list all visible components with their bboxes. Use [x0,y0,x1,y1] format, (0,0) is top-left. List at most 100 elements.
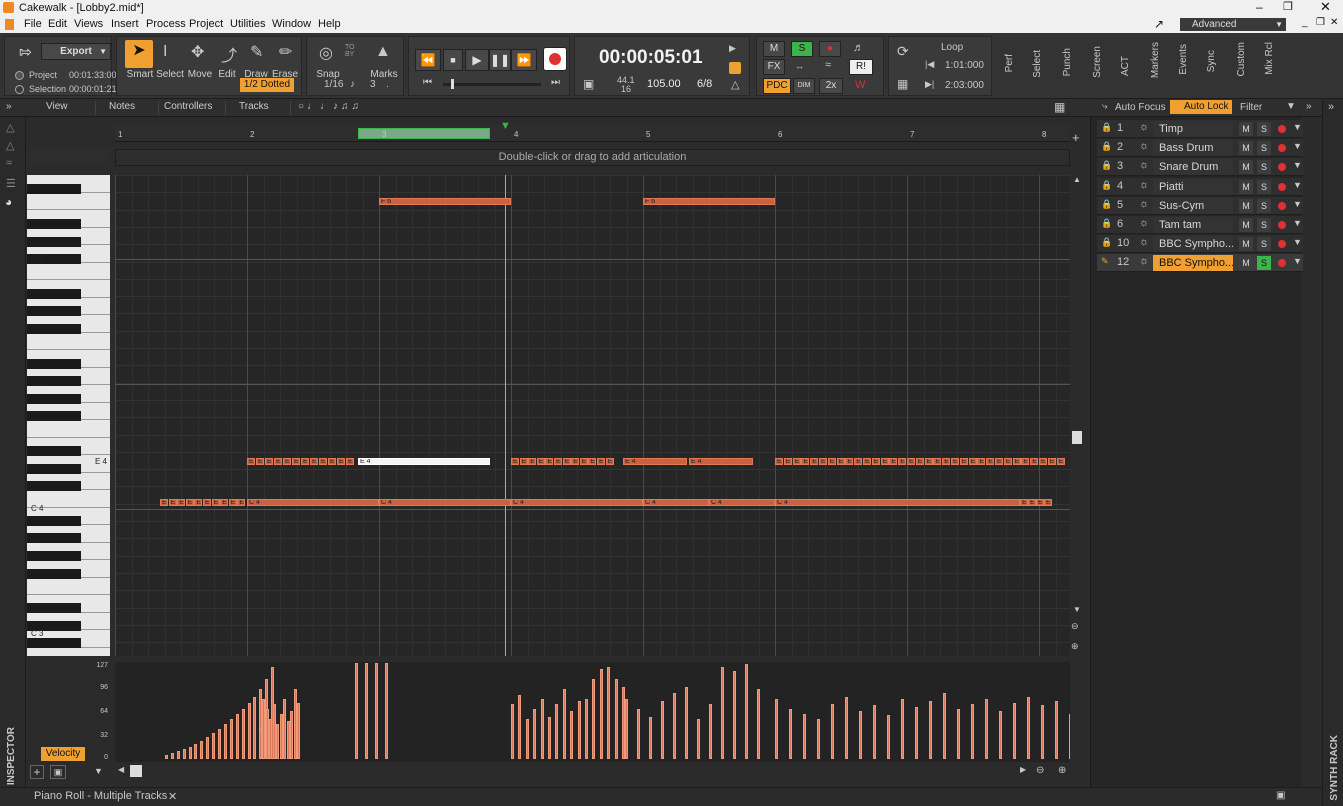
velocity-bar[interactable] [518,695,522,759]
solo-button[interactable]: S [1257,198,1271,213]
midi-note[interactable]: E [1044,499,1052,506]
view-menu[interactable]: View [40,101,96,115]
record-arm-button[interactable] [1278,182,1286,191]
vertical-scrollbar[interactable]: ▲ ▼ ⊖ ⊕ [1071,175,1083,656]
velocity-bar[interactable] [887,715,890,759]
solo-button[interactable]: S [1257,237,1271,252]
midi-note[interactable]: E [907,458,915,465]
position-slider[interactable] [443,79,541,89]
lock-icon[interactable]: 🔒 [1101,180,1112,191]
midi-note[interactable]: E [177,499,186,506]
inspector-tool-icon[interactable]: △ [6,121,14,134]
filter-icon[interactable]: ▼ [1293,180,1302,190]
controllers-menu[interactable]: Controllers [158,101,226,115]
velocity-bar[interactable] [555,704,559,759]
mdi-restore-button[interactable]: ❐ [1316,17,1325,28]
midi-note[interactable]: E [801,458,810,465]
midi-note[interactable]: C 4 [247,499,379,506]
inspector-label[interactable]: INSPECTOR [6,727,17,785]
midi-note[interactable]: C 4 [709,499,775,506]
auto-lock-toggle[interactable]: Auto Lock [1170,100,1232,114]
midi-note[interactable]: E [211,499,220,506]
midi-note[interactable]: E [1021,458,1030,465]
track-name[interactable]: BBC Sympho... [1153,255,1233,272]
midi-note[interactable]: E [274,458,282,465]
midi-note[interactable]: E [863,458,871,465]
velocity-bar[interactable] [733,671,736,759]
midi-note[interactable]: C 4 [775,499,1020,506]
midi-note[interactable]: E [924,458,933,465]
midi-note[interactable]: E 4 [358,458,490,465]
double-speed-button[interactable]: 2x [819,78,843,94]
velocity-bar[interactable] [721,667,724,759]
now-marker-icon[interactable]: ▼ [500,120,511,132]
note-grid[interactable]: F 6F 6EEEEEEEEEEEEE 4EEEEEEEEEEEEE 4E 4E… [115,175,1070,656]
midi-note[interactable]: E [968,458,977,465]
velocity-bar[interactable] [745,664,748,759]
midi-note[interactable]: E [1030,458,1039,465]
mute-button[interactable]: M [1239,256,1253,271]
mdi-minimize-button[interactable]: _ [1302,17,1308,28]
close-button[interactable]: ✕ [1320,0,1340,15]
black-key[interactable] [27,569,81,579]
erase-tool-icon[interactable]: ✏ [279,42,292,62]
midi-note[interactable]: C 4 [643,499,709,506]
track-name[interactable]: Snare Drum [1153,159,1233,176]
midi-note[interactable]: E [536,458,545,465]
midi-note[interactable]: C 4 [511,499,643,506]
record-arm-button[interactable] [1278,240,1286,249]
tracks-menu[interactable]: Tracks [233,101,291,115]
midi-note[interactable]: E [194,499,203,506]
midi-note[interactable]: E [959,458,968,465]
synth-rack-label[interactable]: SYNTH RACK [1329,735,1340,801]
meter-value[interactable]: 6/8 [697,78,712,90]
velocity-bar[interactable] [511,704,514,759]
midi-note[interactable]: E [827,458,836,465]
midi-note[interactable]: E [986,458,995,465]
snap-resolution-dropdown[interactable]: 1/2 Dotted [240,78,294,92]
edit-tool-icon[interactable]: ⤴ [221,42,237,66]
velocity-bar[interactable] [365,663,368,759]
mute-button[interactable]: M [1239,141,1253,156]
velocity-bar[interactable] [999,711,1002,759]
midi-note[interactable]: E [203,499,211,506]
notes-menu[interactable]: Notes [103,101,159,115]
midi-note[interactable]: F 6 [379,198,511,205]
filter-icon[interactable]: ▼ [1293,160,1302,170]
midi-note[interactable]: E [237,499,246,506]
smart-tool-button[interactable]: ➤ [125,40,153,68]
midi-note[interactable]: E [597,458,605,465]
collapse-right-icon[interactable]: » [1328,101,1334,113]
select-tool-label[interactable]: Select [153,69,187,80]
loop-toggle-icon[interactable]: ⟳ [897,43,909,60]
velocity-bar[interactable] [212,733,216,759]
mute-all-button[interactable]: M [763,41,785,57]
midi-note[interactable]: E [185,499,194,506]
velocity-bar[interactable] [165,755,168,759]
velocity-bar[interactable] [817,719,820,759]
track-name[interactable]: Timp [1153,121,1233,137]
markers-module[interactable]: Markers [1150,42,1161,78]
menu-dropdown-icon[interactable]: ▼ [94,766,103,776]
lock-icon[interactable]: 🔒 [1101,237,1112,248]
velocity-bar[interactable] [525,719,529,759]
midi-note[interactable]: E 4 [689,458,753,465]
mute-button[interactable]: M [1239,237,1253,252]
velocity-bar[interactable] [915,707,918,759]
velocity-bar[interactable] [599,669,603,759]
velocity-bar[interactable] [218,729,222,759]
act-module[interactable]: ACT [1120,56,1131,76]
velocity-bar[interactable] [649,717,652,759]
solo-all-button[interactable]: S [791,41,813,57]
play-button[interactable]: ▶ [465,49,489,71]
midi-note[interactable]: E [1036,499,1044,506]
lock-icon[interactable]: 🔒 [1101,199,1112,210]
midi-note[interactable]: E [328,458,336,465]
black-key[interactable] [27,481,81,491]
filter-icon[interactable]: ▼ [1293,237,1302,247]
midi-note[interactable]: E [283,458,291,465]
velocity-bar[interactable] [929,701,932,759]
white-key[interactable] [27,263,110,280]
midi-note[interactable]: E [1047,458,1056,465]
midi-note[interactable]: E [605,458,614,465]
